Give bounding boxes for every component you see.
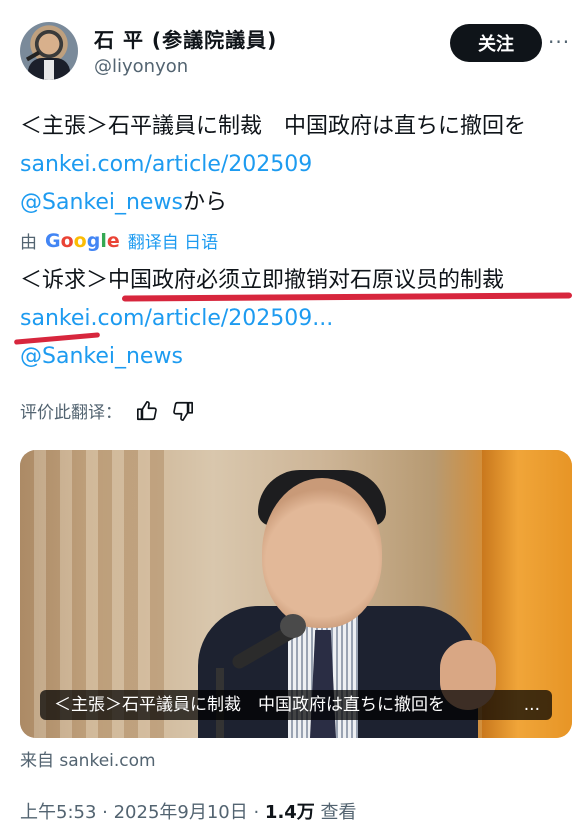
translated-from-link[interactable]: 翻译自 日语 bbox=[128, 228, 218, 253]
post-timestamp[interactable]: 上午5:53 · 2025年9月10日 · bbox=[20, 802, 265, 823]
rate-translation-label: 评价此翻译： bbox=[20, 403, 122, 423]
display-name[interactable]: 石 平 (参議院議員) bbox=[94, 24, 277, 53]
more-options-icon[interactable]: ··· bbox=[548, 30, 570, 54]
translated-mention-link[interactable]: @Sankei_news bbox=[20, 344, 183, 369]
post-meta: 上午5:53 · 2025年9月10日 · 1.4万 查看 bbox=[20, 798, 357, 824]
translated-post-text: ＜诉求＞中国政府必须立即撤销对石原议员的制裁 sankei.com/article… bbox=[20, 262, 575, 376]
original-article-link[interactable]: sankei.com/article/202509 bbox=[20, 152, 312, 177]
media-source[interactable]: 来自 sankei.com bbox=[20, 746, 156, 771]
thumb-up-icon[interactable] bbox=[136, 400, 158, 422]
original-suffix: から bbox=[182, 190, 227, 215]
media-caption[interactable]: ＜主張＞石平議員に制裁 中国政府は直ちに撤回を ... bbox=[40, 690, 552, 720]
original-mention-link[interactable]: @Sankei_news bbox=[20, 190, 183, 215]
translated-highlight: 中国政府必须立即撤销对石原议员的制裁 bbox=[108, 268, 505, 293]
rate-translation: 评价此翻译： bbox=[20, 398, 194, 423]
media-caption-text: ＜主張＞石平議員に制裁 中国政府は直ちに撤回を bbox=[54, 695, 445, 715]
view-count: 1.4万 bbox=[264, 802, 315, 823]
translation-attribution: 由 Google 翻译自 日语 bbox=[20, 228, 218, 254]
caption-ellipsis: ... bbox=[523, 695, 540, 715]
follow-button[interactable]: 关注 bbox=[450, 24, 542, 62]
translated-by-label: 由 bbox=[20, 233, 37, 253]
google-logo-icon: Google bbox=[45, 229, 120, 252]
thumb-down-icon[interactable] bbox=[172, 400, 194, 422]
avatar[interactable] bbox=[20, 22, 78, 80]
post-header: 石 平 (参議院議員) @liyonyon 关注 ··· bbox=[20, 22, 570, 86]
translated-article-link[interactable]: sankei.com/article/202509... bbox=[20, 306, 333, 331]
original-post-text: ＜主張＞石平議員に制裁 中国政府は直ちに撤回を sankei.com/artic… bbox=[20, 108, 575, 222]
views-label: 查看 bbox=[314, 802, 357, 823]
user-handle[interactable]: @liyonyon bbox=[94, 56, 188, 77]
translated-prefix: ＜诉求＞ bbox=[20, 268, 109, 293]
original-text: ＜主張＞石平議員に制裁 中国政府は直ちに撤回を bbox=[20, 114, 527, 139]
